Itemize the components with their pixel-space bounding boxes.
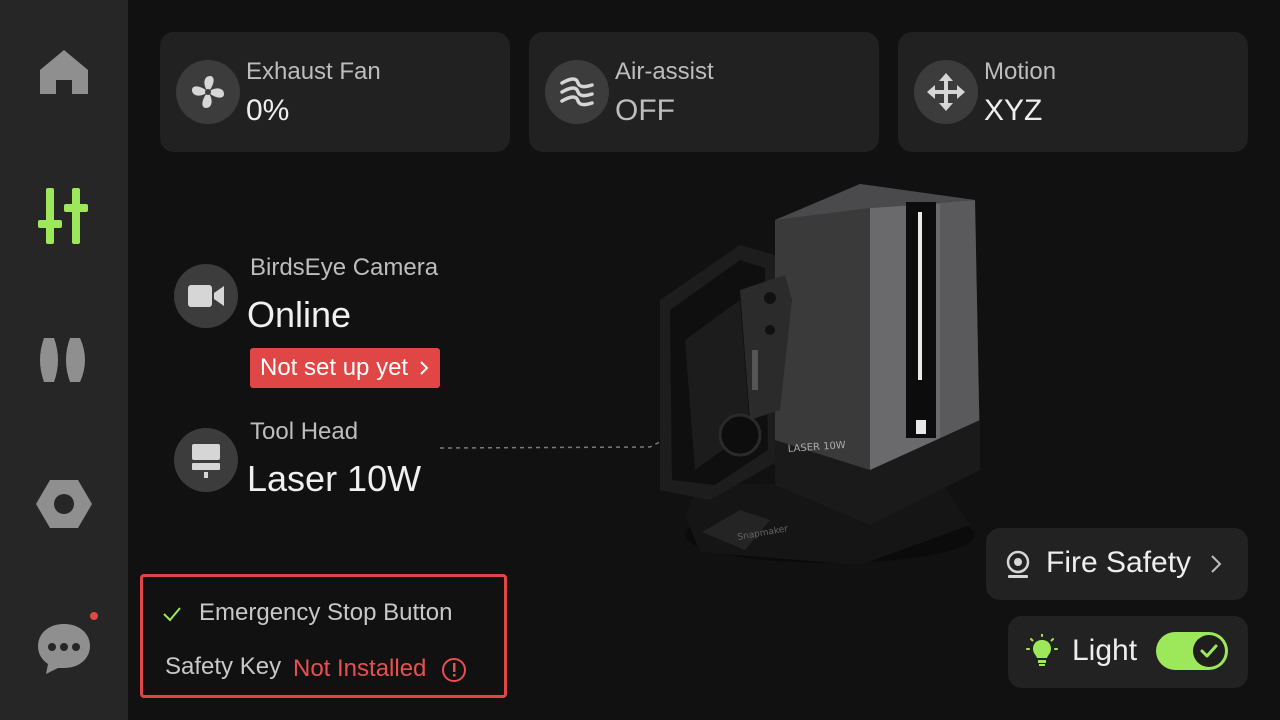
air-assist-value: OFF <box>615 94 675 127</box>
motion-card[interactable]: Motion XYZ <box>898 32 1248 152</box>
nav-controls[interactable] <box>32 184 96 248</box>
fire-safety-label: Fire Safety <box>1046 546 1192 579</box>
nav-messages[interactable] <box>32 612 98 680</box>
home-icon <box>40 50 88 94</box>
camera-status: Online <box>247 294 352 335</box>
safety-status-box: Emergency Stop Button Safety Key Not Ins… <box>140 574 507 698</box>
notification-dot <box>90 612 98 620</box>
emergency-stop-label: Emergency Stop Button <box>199 599 453 626</box>
air-assist-card[interactable]: Air-assist OFF <box>529 32 879 152</box>
chevron-right-icon <box>420 361 429 375</box>
nav-settings[interactable] <box>32 472 96 536</box>
nav-materials[interactable] <box>32 328 96 392</box>
alert-circle-icon[interactable] <box>441 657 467 683</box>
motion-label: Motion <box>984 58 1057 85</box>
sliders-icon <box>38 188 88 244</box>
check-icon <box>163 607 181 622</box>
light-label: Light <box>1072 634 1138 667</box>
chevron-right-icon <box>1211 555 1222 573</box>
material-icon <box>40 338 85 382</box>
nut-settings-icon <box>36 480 92 528</box>
exhaust-fan-value: 0% <box>246 94 290 127</box>
tool-head-label: Tool Head <box>250 418 359 445</box>
toolhead-icon <box>174 428 238 492</box>
video-camera-icon <box>174 264 238 328</box>
exhaust-fan-label: Exhaust Fan <box>246 58 381 85</box>
sidebar <box>0 0 128 720</box>
move-arrows-icon <box>914 60 978 124</box>
safety-key-status: Not Installed <box>293 655 427 682</box>
lightbulb-icon <box>1026 634 1058 666</box>
camera-setup-label: Not set up yet <box>260 354 409 381</box>
check-icon <box>1200 644 1218 658</box>
fire-safety-button[interactable]: Fire Safety <box>986 528 1248 600</box>
exhaust-fan-card[interactable]: Exhaust Fan 0% <box>160 32 510 152</box>
tool-head-value: Laser 10W <box>247 458 422 499</box>
motion-value: XYZ <box>984 94 1043 127</box>
laser-module-image: LASER 10W Snapmaker <box>440 184 980 565</box>
toggle-knob <box>1193 635 1225 667</box>
camera-setup-button[interactable]: Not set up yet <box>250 348 441 388</box>
fire-sensor-icon <box>1006 550 1030 578</box>
air-assist-icon <box>545 60 609 124</box>
fan-icon <box>176 60 240 124</box>
air-assist-label: Air-assist <box>615 58 714 85</box>
nav-home[interactable] <box>32 40 96 104</box>
chat-icon <box>38 624 90 674</box>
camera-label: BirdsEye Camera <box>250 254 439 281</box>
safety-key-label: Safety Key <box>165 653 282 680</box>
light-control: Light <box>1008 616 1248 688</box>
light-toggle[interactable] <box>1156 632 1228 670</box>
